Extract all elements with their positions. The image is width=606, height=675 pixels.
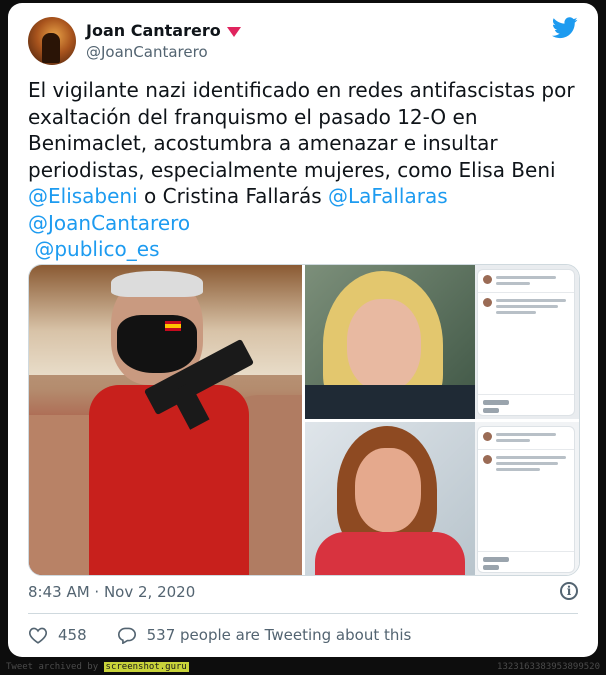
mention-link[interactable]: @publico_es (34, 237, 159, 261)
tweet-text-mid: o Cristina Fallarás (137, 184, 329, 208)
mention-link[interactable]: @JoanCantarero (28, 211, 190, 235)
photo-top-right[interactable] (305, 265, 579, 419)
archive-brand[interactable]: screenshot.guru (103, 662, 189, 672)
info-icon[interactable]: i (560, 582, 578, 600)
media-grid (28, 264, 580, 576)
twitter-bird-icon[interactable] (552, 17, 578, 39)
archive-footer: Tweet archived by screenshot.guru 132316… (6, 662, 600, 672)
divider (28, 613, 578, 614)
like-count[interactable]: 458 (58, 626, 87, 644)
heart-icon[interactable] (28, 626, 48, 644)
instagram-screenshot (477, 426, 575, 573)
instagram-screenshot (477, 269, 575, 416)
mention-link[interactable]: @Elisabeni (28, 184, 138, 208)
photo-main[interactable] (29, 265, 302, 575)
author-avatar[interactable] (28, 17, 76, 65)
tweet-timestamp[interactable]: 8:43 AM · Nov 2, 2020 (28, 583, 195, 601)
author-handle[interactable]: @JoanCantarero (86, 43, 208, 61)
tweet-text-body: El vigilante nazi identificado en redes … (28, 78, 581, 182)
comment-bubble-icon[interactable] (117, 626, 137, 644)
author-name[interactable]: Joan Cantarero (86, 21, 221, 40)
photo-bottom-right[interactable] (305, 422, 579, 575)
author-name-row: Joan Cantarero (86, 21, 241, 40)
tweet-text: El vigilante nazi identificado en redes … (28, 77, 584, 263)
tweet-actions: 458 537 people are Tweeting about this (28, 626, 411, 644)
archive-prefix: Tweet archived by (6, 662, 99, 672)
badge-icon (226, 26, 241, 37)
tweet-card: Joan Cantarero @JoanCantarero El vigilan… (8, 3, 598, 657)
tweeting-about-label[interactable]: 537 people are Tweeting about this (147, 626, 412, 644)
mention-link[interactable]: @LaFallaras (328, 184, 448, 208)
tweet-id: 1323163383953899520 (497, 662, 600, 672)
